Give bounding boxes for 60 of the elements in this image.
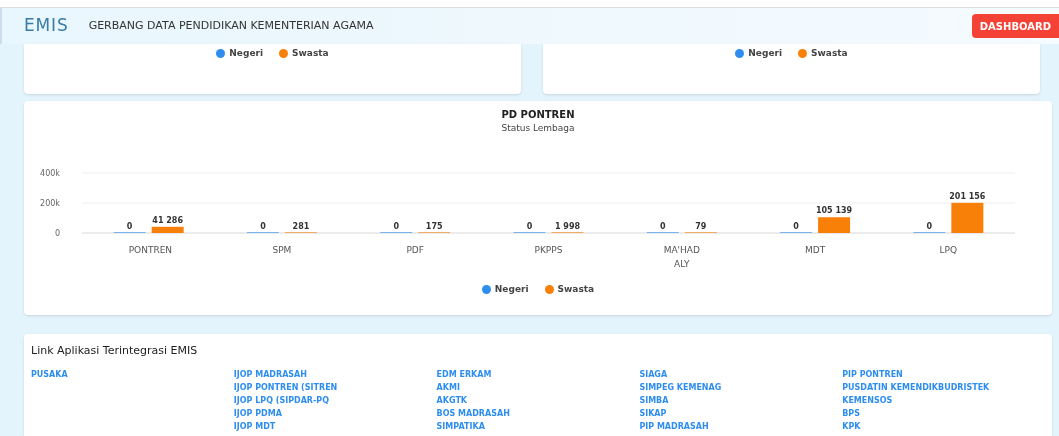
data-label: 0 xyxy=(526,221,533,231)
data-label: 79 xyxy=(695,221,707,231)
legend-label[interactable]: Negeri xyxy=(748,47,783,61)
legend-label[interactable]: Swasta xyxy=(811,47,848,61)
app-link[interactable]: PIP PONTREN xyxy=(842,367,1045,381)
app-link[interactable]: IJOP LPQ (SIPDAR-PQ xyxy=(233,393,437,407)
logo[interactable]: EMIS xyxy=(24,13,69,39)
legend-label[interactable]: Negeri xyxy=(494,282,529,296)
data-label: 0 xyxy=(260,221,266,231)
category-label: PDF xyxy=(406,243,424,257)
data-label: 105 139 xyxy=(816,205,853,215)
site-title: GERBANG DATA PENDIDIKAN KEMENTERIAN AGAMA xyxy=(88,17,374,34)
app-link[interactable]: IJOP MADRASAH xyxy=(233,367,437,381)
data-label: 281 xyxy=(292,221,310,231)
app-link[interactable]: SIAGA xyxy=(639,367,843,381)
data-label: 0 xyxy=(926,221,933,231)
data-label: 1 998 xyxy=(554,221,581,231)
app-link[interactable]: IJOP PONTREN (SITREN xyxy=(233,380,437,394)
data-label: 41 286 xyxy=(152,215,183,225)
bar xyxy=(951,202,984,233)
data-label: 0 xyxy=(126,221,133,231)
data-label: 0 xyxy=(660,221,666,231)
app-link[interactable]: KPK xyxy=(842,419,1045,433)
data-label: 201 156 xyxy=(949,191,986,201)
bar xyxy=(818,216,851,233)
chart-subtitle: Status Lembaga xyxy=(501,122,575,135)
category-label: MDT xyxy=(804,243,826,257)
y-tick-label: 400k xyxy=(40,168,60,178)
category-label: LPQ xyxy=(939,243,958,257)
app-link[interactable]: EDM ERKAM xyxy=(436,367,640,381)
app-link[interactable]: PUSDATIN KEMENDIKBUDRISTEK xyxy=(842,380,1045,394)
chart-title: PD PONTREN xyxy=(501,108,575,122)
app-link[interactable]: SIMPEG KEMENAG xyxy=(639,380,843,394)
app-link[interactable]: PIP MADRASAH xyxy=(639,419,843,433)
legend-label[interactable]: Swasta xyxy=(292,47,329,61)
data-label: 0 xyxy=(393,221,399,231)
app-link[interactable]: SIKAP xyxy=(639,406,843,420)
app-link[interactable]: IJOP MDT xyxy=(233,419,437,433)
category-label: SPM xyxy=(272,243,292,257)
data-label: 0 xyxy=(793,221,799,231)
dashboard-button[interactable]: DASHBOARD xyxy=(971,14,1059,38)
links-title: Link Aplikasi Terintegrasi EMIS xyxy=(31,343,199,359)
y-tick-label: 0 xyxy=(54,228,60,238)
app-link[interactable]: AKMI xyxy=(436,380,640,394)
data-label: 175 xyxy=(425,221,443,231)
category-label: PONTREN xyxy=(128,243,169,257)
bar xyxy=(151,226,184,233)
category-label: PKPPS xyxy=(534,243,563,257)
y-tick-label: 200k xyxy=(40,198,60,208)
app-link[interactable]: KEMENSOS xyxy=(842,393,1045,407)
app-link[interactable]: SIMPATIKA xyxy=(436,419,640,433)
app-link[interactable]: BOS MADRASAH xyxy=(436,406,640,420)
app-link[interactable]: IJOP PDMA xyxy=(233,406,437,420)
app-link[interactable]: PUSAKA xyxy=(31,367,234,381)
app-link[interactable]: SIMBA xyxy=(639,393,843,407)
legend-label[interactable]: Swasta xyxy=(557,282,595,296)
app-link[interactable]: BPS xyxy=(842,406,1045,420)
category-label: MA'HAD ALY xyxy=(662,243,701,271)
legend-label[interactable]: Negeri xyxy=(229,47,264,61)
app-link[interactable]: AKGTK xyxy=(436,393,640,407)
